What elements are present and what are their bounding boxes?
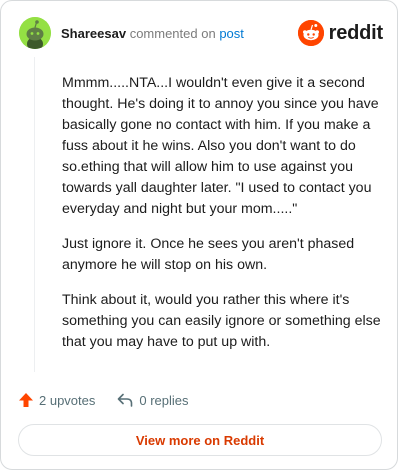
upvote-arrow-icon[interactable] [18,392,34,408]
comment-paragraph: Just ignore it. Once he sees you aren't … [62,236,355,273]
replies-control[interactable]: 0 replies [117,392,189,408]
comment-footer: 2 upvotes 0 replies [18,390,189,410]
upvote-count: 2 upvotes [39,392,96,408]
reddit-logo[interactable]: reddit [297,19,384,47]
reddit-alien-icon [297,20,324,46]
post-link[interactable]: post [219,26,244,41]
thread-line[interactable] [34,57,35,372]
comment-paragraph: Mmmm.....NTA...I wouldn't even give it a… [62,75,379,217]
comment-header: Shareesav commented on post reddit [19,15,383,51]
action-text: commented on [129,26,216,41]
view-more-button[interactable]: View more on Reddit [18,424,382,456]
brand-wordmark: reddit [328,21,384,44]
reply-arrow-icon [118,393,133,407]
username-link[interactable]: Shareesav [61,26,126,41]
comment-meta: Shareesav commented on post [61,26,244,42]
upvote-control[interactable]: 2 upvotes [18,392,95,408]
user-avatar[interactable] [19,17,51,49]
comment-paragraph: Think about it, would you rather this wh… [62,292,381,350]
comment-body: Mmmm.....NTA...I wouldn't even give it a… [62,73,387,367]
reply-count: 0 replies [139,392,189,408]
snoo-avatar-icon [19,17,51,49]
embedded-comment-card: Shareesav commented on post reddit Mmmm.… [0,0,398,470]
